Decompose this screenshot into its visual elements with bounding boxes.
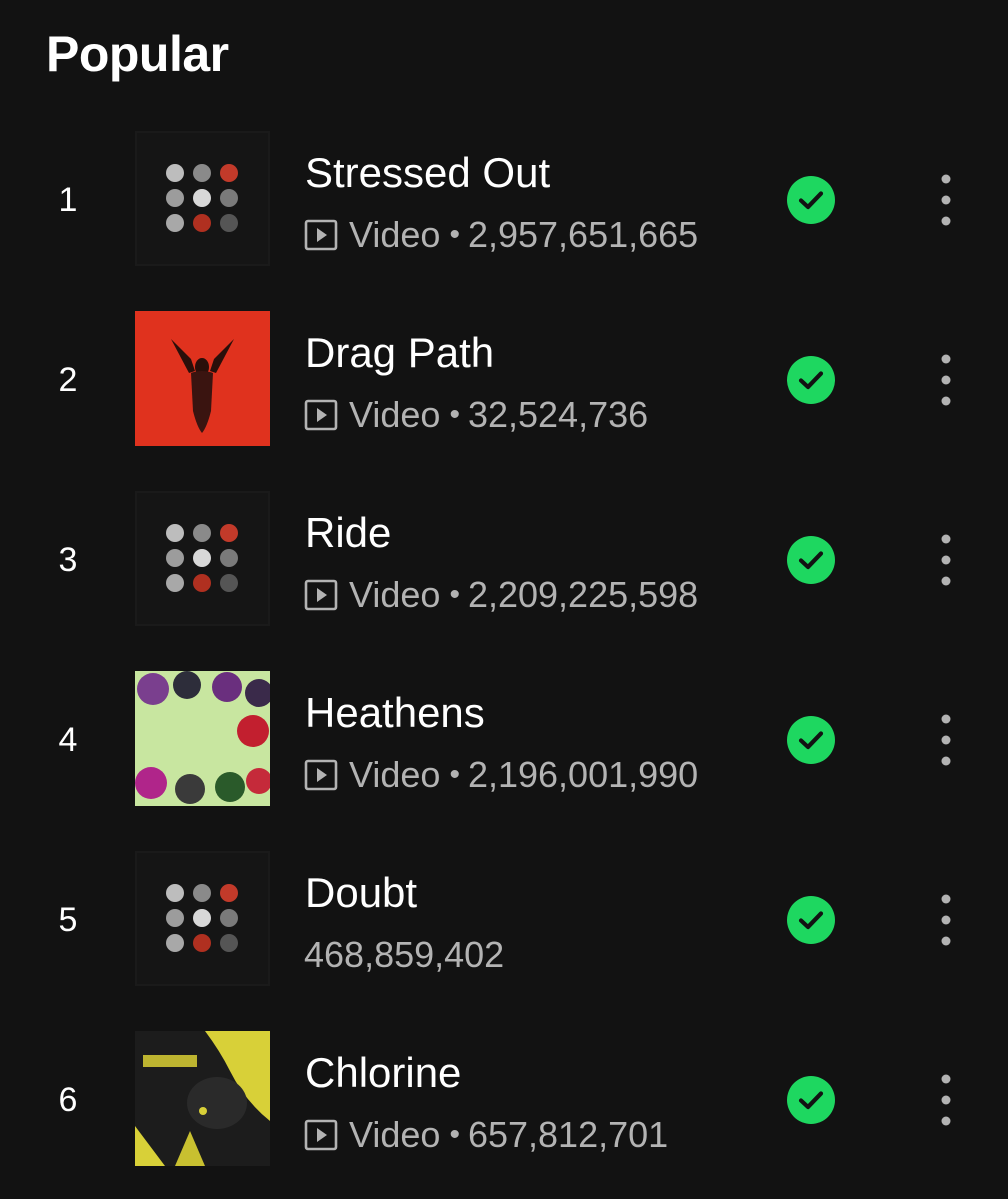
check-circle-icon[interactable] xyxy=(787,716,835,764)
album-cover-suicide-squad xyxy=(135,671,270,806)
track-title[interactable]: Doubt xyxy=(305,868,417,918)
check-circle-icon[interactable] xyxy=(787,536,835,584)
track-list: 1 Stressed Out Video • 2,957,651,665 2 D… xyxy=(0,110,1008,1190)
track-meta: Video • 2,957,651,665 xyxy=(304,212,698,258)
check-circle-icon[interactable] xyxy=(787,896,835,944)
video-label: Video xyxy=(349,1114,441,1155)
section-title: Popular xyxy=(46,26,229,82)
track-title[interactable]: Chlorine xyxy=(305,1048,461,1098)
video-label: Video xyxy=(349,214,441,255)
track-row[interactable]: 5 Doubt 468,859,402 xyxy=(0,830,1008,1010)
track-rank: 4 xyxy=(58,721,78,759)
track-rank: 5 xyxy=(58,901,78,939)
check-circle-icon[interactable] xyxy=(787,1076,835,1124)
track-rank: 2 xyxy=(58,361,78,399)
album-cover-blurryface xyxy=(135,131,270,266)
video-play-icon xyxy=(304,1118,338,1152)
video-play-icon xyxy=(304,218,338,252)
track-row[interactable]: 3 Ride Video • 2,209,225,598 xyxy=(0,470,1008,650)
play-count: 468,859,402 xyxy=(304,934,505,975)
track-row[interactable]: 1 Stressed Out Video • 2,957,651,665 xyxy=(0,110,1008,290)
track-title[interactable]: Stressed Out xyxy=(305,148,550,198)
more-vertical-icon[interactable] xyxy=(922,171,970,229)
more-vertical-icon[interactable] xyxy=(922,891,970,949)
track-row[interactable]: 2 Drag Path Video • 32,524,736 xyxy=(0,290,1008,470)
play-count: 2,196,001,990 xyxy=(467,754,699,795)
track-meta: Video • 657,812,701 xyxy=(304,1112,668,1158)
track-meta: Video • 32,524,736 xyxy=(304,392,648,438)
meta-separator: • xyxy=(449,758,460,791)
meta-separator: • xyxy=(449,398,460,431)
album-cover-trench xyxy=(135,1031,270,1166)
track-title[interactable]: Ride xyxy=(305,508,391,558)
track-rank: 3 xyxy=(58,541,78,579)
track-meta: Video • 2,196,001,990 xyxy=(304,752,698,798)
play-count: 657,812,701 xyxy=(467,1114,669,1155)
meta-separator: • xyxy=(449,578,460,611)
album-cover-red xyxy=(135,311,270,446)
play-count: 32,524,736 xyxy=(467,394,649,435)
video-play-icon xyxy=(304,578,338,612)
track-meta: 468,859,402 xyxy=(304,932,504,978)
check-circle-icon[interactable] xyxy=(787,176,835,224)
video-play-icon xyxy=(304,398,338,432)
more-vertical-icon[interactable] xyxy=(922,531,970,589)
video-label: Video xyxy=(349,574,441,615)
track-meta: Video • 2,209,225,598 xyxy=(304,572,698,618)
track-rank: 6 xyxy=(58,1081,78,1119)
play-count: 2,209,225,598 xyxy=(467,574,699,615)
album-cover-blurryface xyxy=(135,491,270,626)
track-rank: 1 xyxy=(58,181,78,219)
meta-separator: • xyxy=(449,218,460,251)
album-cover-blurryface xyxy=(135,851,270,986)
play-count: 2,957,651,665 xyxy=(467,214,699,255)
meta-separator: • xyxy=(449,1118,460,1151)
more-vertical-icon[interactable] xyxy=(922,351,970,409)
track-row[interactable]: 6 Chlorine Video • 657,812,701 xyxy=(0,1010,1008,1190)
track-row[interactable]: 4 Heathens Video • 2,196,001,990 xyxy=(0,650,1008,830)
more-vertical-icon[interactable] xyxy=(922,711,970,769)
track-title[interactable]: Heathens xyxy=(305,688,485,738)
check-circle-icon[interactable] xyxy=(787,356,835,404)
video-label: Video xyxy=(349,394,441,435)
video-play-icon xyxy=(304,758,338,792)
more-vertical-icon[interactable] xyxy=(922,1071,970,1129)
track-title[interactable]: Drag Path xyxy=(305,328,494,378)
video-label: Video xyxy=(349,754,441,795)
